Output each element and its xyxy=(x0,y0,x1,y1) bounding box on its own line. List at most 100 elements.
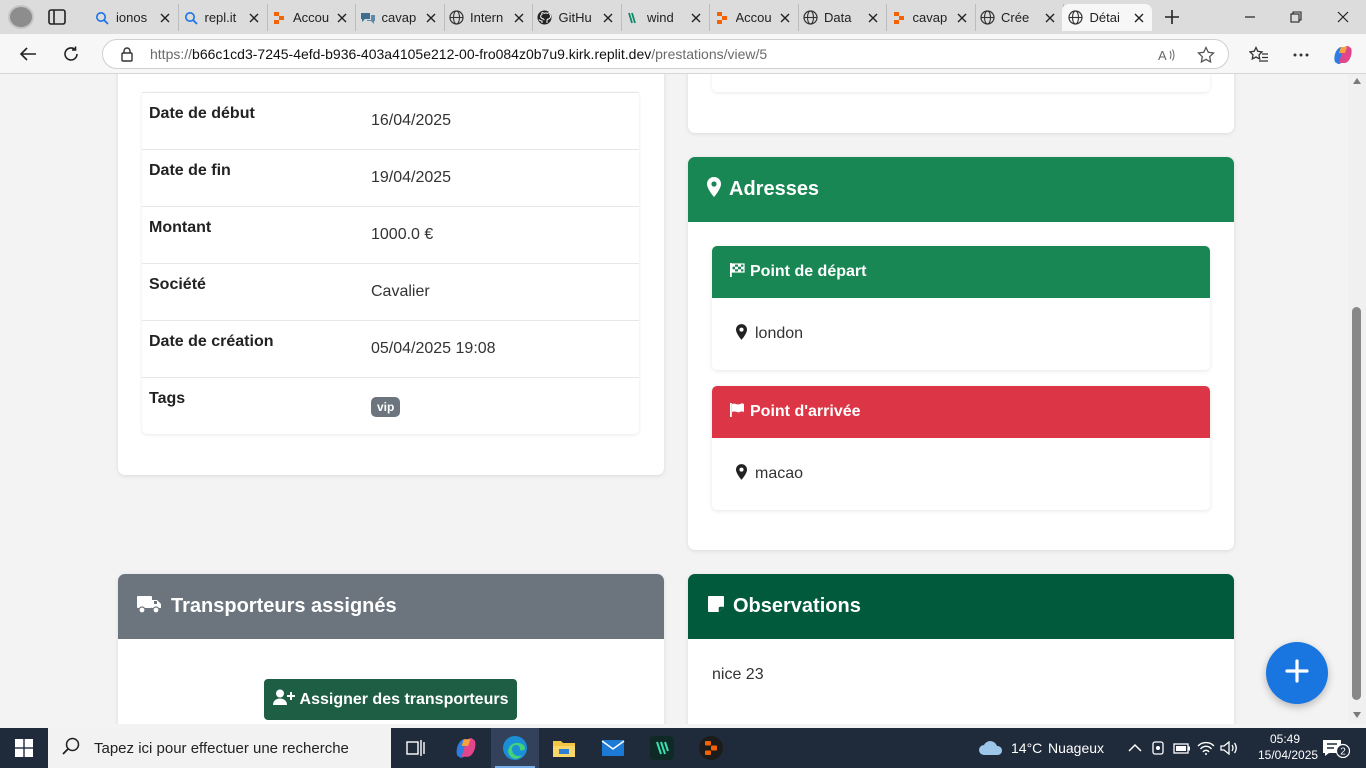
edge-taskbar-icon[interactable] xyxy=(491,728,539,768)
mail-icon[interactable] xyxy=(589,728,637,768)
windsurf-taskbar-icon[interactable] xyxy=(638,728,686,768)
scroll-down-arrow[interactable] xyxy=(1353,712,1361,718)
weather-temp[interactable]: 14°C xyxy=(1011,740,1042,756)
close-window-button[interactable] xyxy=(1320,0,1366,34)
meet-now-icon[interactable] xyxy=(1150,738,1168,758)
row-label: Date de début xyxy=(149,105,255,122)
assign-carriers-button[interactable]: Assigner des transporteurs xyxy=(264,679,517,720)
row-label: Société xyxy=(149,276,206,293)
start-button[interactable] xyxy=(0,728,48,768)
tab-title: Crée xyxy=(1001,10,1030,25)
globe-icon xyxy=(802,10,818,26)
minimize-button[interactable] xyxy=(1227,0,1273,34)
tab-close-icon[interactable] xyxy=(1043,11,1057,25)
tab-close-icon[interactable] xyxy=(778,11,792,25)
browser-tab[interactable]: GitHu xyxy=(531,4,622,31)
notification-center-icon[interactable]: 2 xyxy=(1322,738,1351,759)
plus-icon xyxy=(1285,658,1309,688)
browser-tab[interactable]: Accou xyxy=(265,4,356,31)
add-fab-button[interactable] xyxy=(1266,642,1328,704)
tab-close-icon[interactable] xyxy=(512,11,526,25)
browser-tab[interactable]: Crée xyxy=(973,4,1064,31)
sticky-note-icon xyxy=(707,595,725,619)
tab-close-icon[interactable] xyxy=(689,11,703,25)
browser-tab[interactable]: cavap xyxy=(885,4,976,31)
taskbar-search-box[interactable]: Tapez ici pour effectuer une recherche xyxy=(48,728,391,768)
carriers-card: Transporteurs assignés Assigner des tran… xyxy=(118,574,664,724)
refresh-button[interactable] xyxy=(56,40,86,68)
table-row: Date de création 05/04/2025 19:08 xyxy=(142,320,639,377)
addresses-card: Adresses Point de départ london Point d'… xyxy=(688,157,1234,550)
page-scrollbar[interactable] xyxy=(1348,74,1366,724)
browser-tab[interactable]: wind xyxy=(619,4,710,31)
browser-tab[interactable]: Intern xyxy=(442,4,533,31)
copilot-icon[interactable] xyxy=(1332,44,1354,66)
read-aloud-icon[interactable]: A xyxy=(1157,46,1177,64)
globe-icon xyxy=(979,10,995,26)
browser-tab[interactable]: cavap xyxy=(354,4,445,31)
copilot-taskbar-icon[interactable] xyxy=(442,728,490,768)
url-path: /prestations/view/5 xyxy=(651,46,768,62)
row-label: Date de création xyxy=(149,333,274,350)
back-button[interactable] xyxy=(13,40,43,68)
favorites-icon[interactable] xyxy=(1248,44,1270,66)
new-tab-button[interactable] xyxy=(1158,4,1186,30)
tab-title: cavap xyxy=(381,10,417,25)
browser-tab[interactable]: repl.it xyxy=(177,4,268,31)
browser-tab[interactable]: ionos xyxy=(88,4,179,31)
search-icon xyxy=(62,737,80,759)
user-plus-icon xyxy=(272,689,295,710)
row-label: Montant xyxy=(149,219,212,236)
globe-icon xyxy=(1068,10,1084,26)
scroll-up-arrow[interactable] xyxy=(1353,78,1361,84)
tab-actions-icon[interactable] xyxy=(46,8,72,26)
taskbar-clock[interactable]: 05:49 15/04/2025 xyxy=(1258,731,1318,763)
favorite-star-icon[interactable] xyxy=(1196,46,1216,64)
tab-title: Accou xyxy=(293,10,329,25)
battery-icon[interactable] xyxy=(1173,738,1191,758)
chat-icon xyxy=(360,10,376,26)
browser-tab[interactable]: Data xyxy=(796,4,887,31)
table-row: Date de fin 19/04/2025 xyxy=(142,149,639,206)
browser-tab[interactable]: Accou xyxy=(708,4,799,31)
profile-avatar[interactable] xyxy=(8,5,34,29)
restore-button[interactable] xyxy=(1273,0,1319,34)
addresses-header: Adresses xyxy=(688,157,1234,222)
wifi-icon[interactable] xyxy=(1197,738,1215,758)
task-view-icon[interactable] xyxy=(392,728,440,768)
url-text: https://b66c1cd3-7245-4efd-b936-403a4105… xyxy=(150,46,767,62)
file-explorer-icon[interactable] xyxy=(540,728,588,768)
search-placeholder: Tapez ici pour effectuer une recherche xyxy=(94,739,349,757)
departure-value: london xyxy=(755,325,804,342)
weather-text[interactable]: Nuageux xyxy=(1048,740,1104,756)
tab-close-icon[interactable] xyxy=(247,11,261,25)
observations-text: nice 23 xyxy=(712,666,764,683)
url-host: b66c1cd3-7245-4efd-b936-403a4105e212-00-… xyxy=(192,46,652,62)
tab-title: GitHu xyxy=(558,10,592,25)
replit-icon xyxy=(714,10,730,26)
weather-cloud-icon[interactable] xyxy=(978,738,1004,758)
tab-title: Data xyxy=(824,10,852,25)
show-hidden-icons-chevron[interactable] xyxy=(1126,738,1144,758)
tab-close-icon[interactable] xyxy=(158,11,172,25)
replit-taskbar-icon[interactable] xyxy=(687,728,735,768)
url-field[interactable]: https://b66c1cd3-7245-4efd-b936-403a4105… xyxy=(102,39,1229,69)
replit-icon xyxy=(271,10,287,26)
tab-close-icon[interactable] xyxy=(601,11,615,25)
tab-title: cavap xyxy=(912,10,948,25)
windsurf-icon xyxy=(625,10,641,26)
tab-close-icon[interactable] xyxy=(955,11,969,25)
tab-close-icon[interactable] xyxy=(335,11,349,25)
scrollbar-thumb[interactable] xyxy=(1352,307,1361,700)
tab-title: wind xyxy=(647,10,674,25)
browser-tab[interactable]: Détai xyxy=(1061,4,1152,31)
replit-icon xyxy=(891,10,907,26)
tab-close-icon[interactable] xyxy=(424,11,438,25)
arrival-body: macao xyxy=(712,438,1210,510)
more-menu-icon[interactable] xyxy=(1290,44,1312,66)
tab-close-icon[interactable] xyxy=(866,11,880,25)
volume-icon[interactable] xyxy=(1220,738,1238,758)
lock-icon[interactable] xyxy=(120,46,134,62)
info-card: Date de début 16/04/2025 Date de fin 19/04/… xyxy=(118,74,664,475)
tab-close-icon[interactable] xyxy=(1132,11,1146,25)
